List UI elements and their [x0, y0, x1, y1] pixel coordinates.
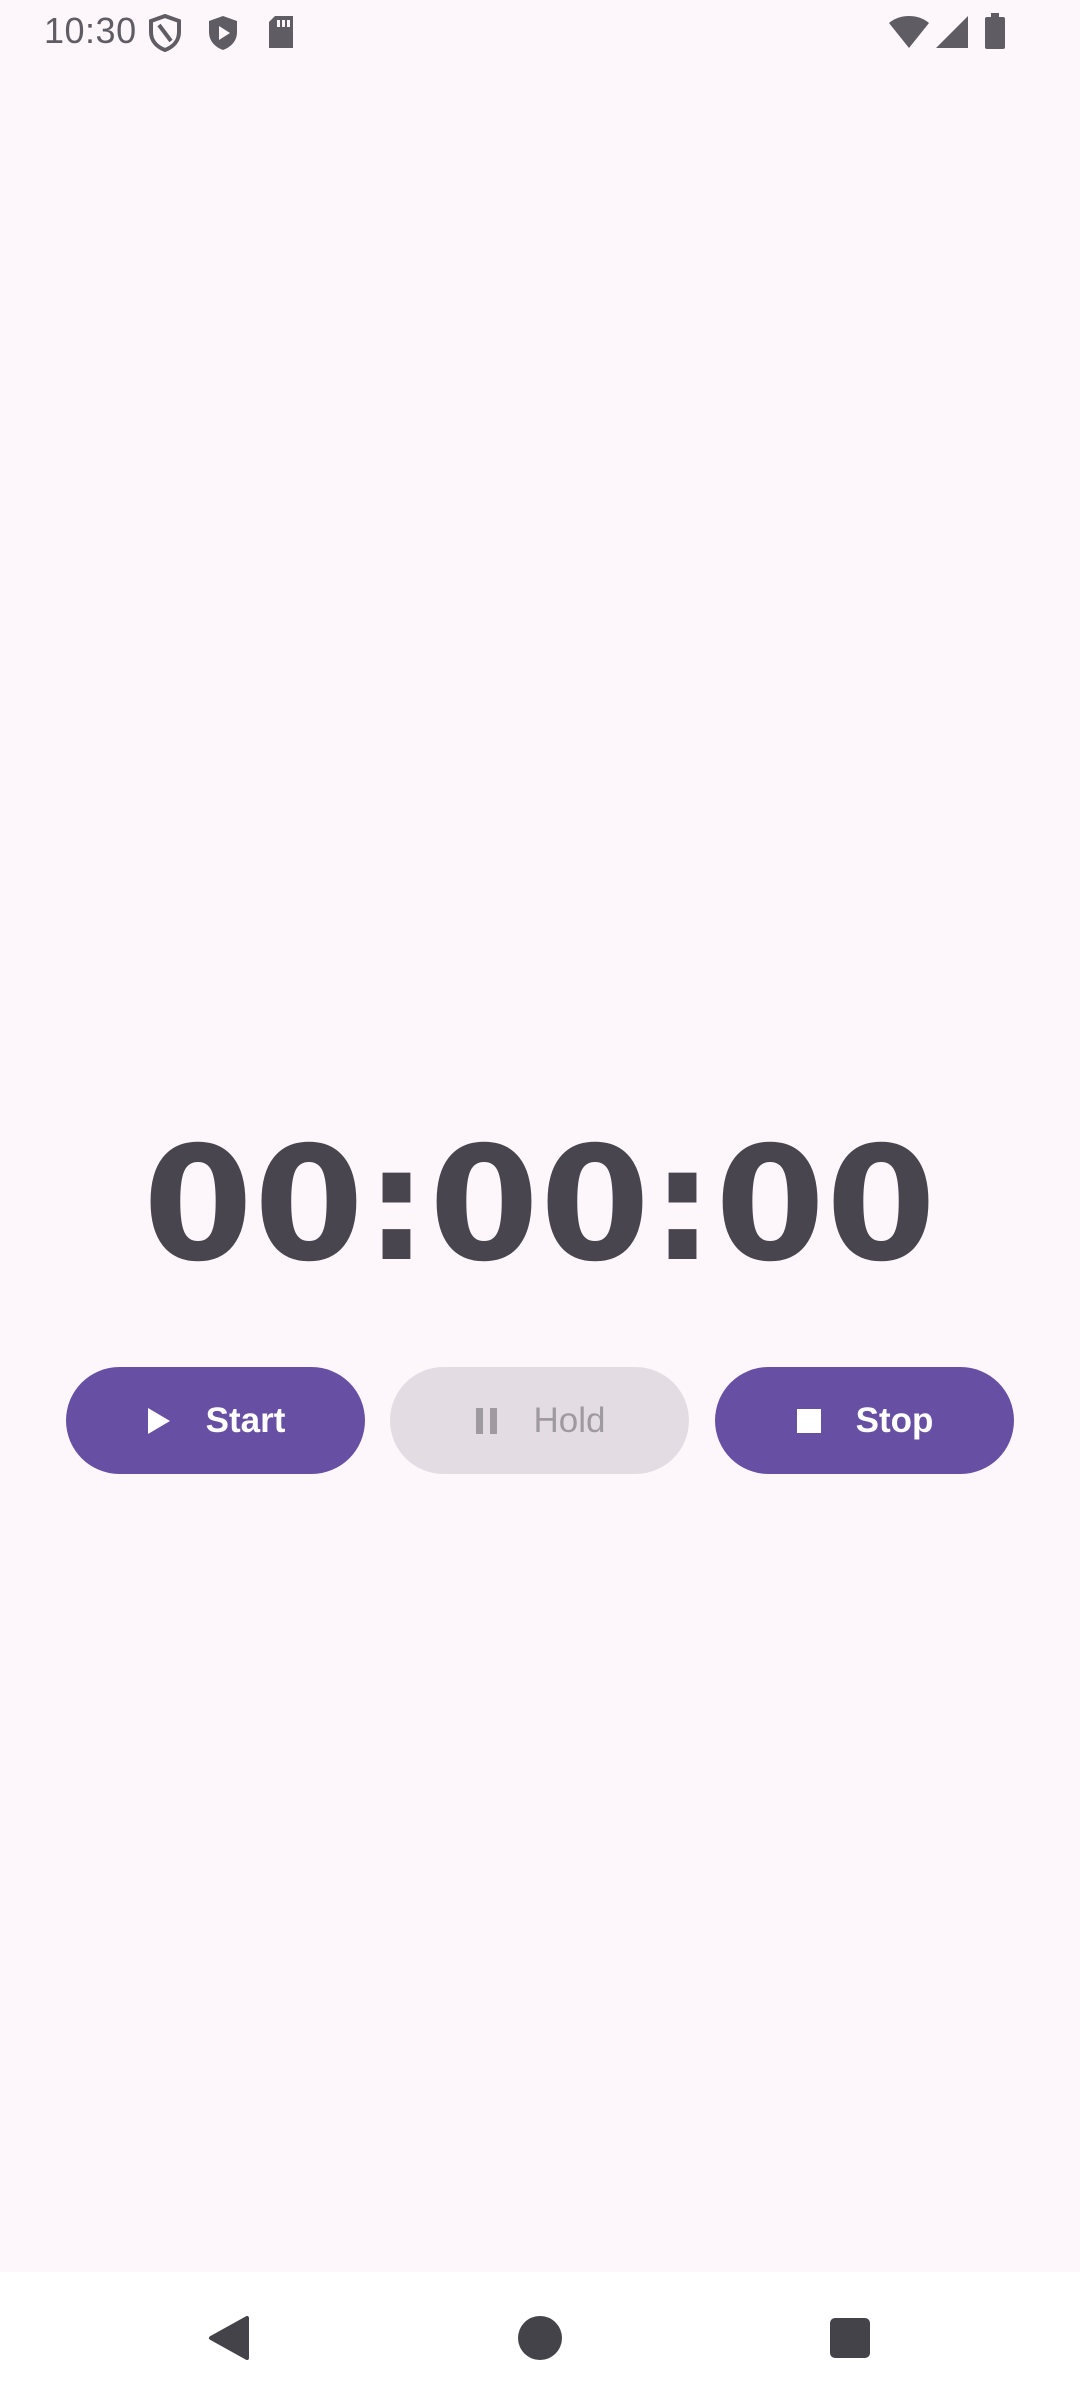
- shield-outline-icon: [148, 13, 182, 57]
- start-button[interactable]: Start: [66, 1367, 365, 1474]
- stopwatch-screen: 10:30 00:00:00 Start Hold Stop: [0, 0, 1080, 2400]
- battery-icon: [984, 12, 1006, 55]
- back-icon[interactable]: [199, 2308, 259, 2368]
- stop-label: Stop: [855, 1400, 934, 1440]
- stop-icon: [796, 1408, 822, 1434]
- status-time: 10:30: [44, 10, 137, 51]
- recents-icon[interactable]: [820, 2308, 880, 2368]
- wifi-icon: [888, 14, 930, 55]
- sd-card-icon: [266, 14, 296, 55]
- shield-play-icon: [206, 14, 240, 57]
- hold-label: Hold: [533, 1400, 606, 1440]
- home-icon[interactable]: [510, 2308, 570, 2368]
- navigation-bar: [0, 2272, 1080, 2400]
- status-bar: 10:30: [0, 0, 1080, 64]
- stop-button[interactable]: Stop: [715, 1367, 1014, 1474]
- start-label: Start: [205, 1400, 286, 1440]
- hold-button[interactable]: Hold: [390, 1367, 689, 1474]
- play-icon: [146, 1407, 172, 1435]
- pause-icon: [474, 1407, 500, 1435]
- signal-icon: [934, 14, 970, 55]
- timer-display: 00:00:00: [143, 1113, 937, 1297]
